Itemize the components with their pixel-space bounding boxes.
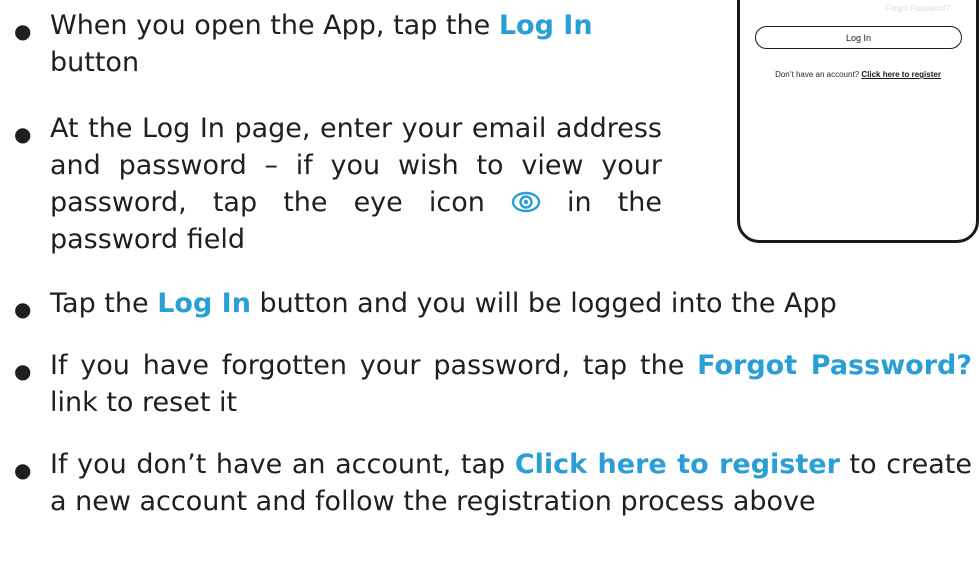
- forgot-password-link[interactable]: Forgot Password?: [885, 4, 950, 13]
- bullet-marker: ●: [14, 19, 32, 43]
- register-link[interactable]: Click here to register: [861, 70, 941, 79]
- instruction-2: At the Log In page, enter your email add…: [50, 113, 662, 255]
- bullet-marker: ●: [14, 359, 32, 383]
- login-button[interactable]: Log In: [755, 26, 962, 49]
- instruction-1: When you open the App, tap the Log In bu…: [50, 10, 593, 78]
- instruction-3: Tap the Log In button and you will be lo…: [50, 288, 837, 319]
- highlight-log-in: Log In: [498, 10, 593, 41]
- bullet-marker: ●: [14, 458, 32, 482]
- highlight-register: Click here to register: [514, 449, 840, 480]
- instruction-4: If you have forgotten your password, tap…: [50, 350, 972, 418]
- instruction-5: If you don’t have an account, tap Click …: [50, 449, 972, 517]
- eye-icon: [511, 187, 541, 213]
- register-row: Don’t have an account? Click here to reg…: [740, 70, 976, 79]
- bullet-marker: ●: [14, 122, 32, 146]
- bullet-marker: ●: [14, 297, 32, 321]
- phone-mockup: Forgot Password? Log In Don’t have an ac…: [737, 0, 979, 243]
- register-prompt: Don’t have an account?: [775, 70, 862, 79]
- highlight-forgot-password: Forgot Password?: [697, 350, 972, 381]
- highlight-log-in: Log In: [157, 288, 251, 319]
